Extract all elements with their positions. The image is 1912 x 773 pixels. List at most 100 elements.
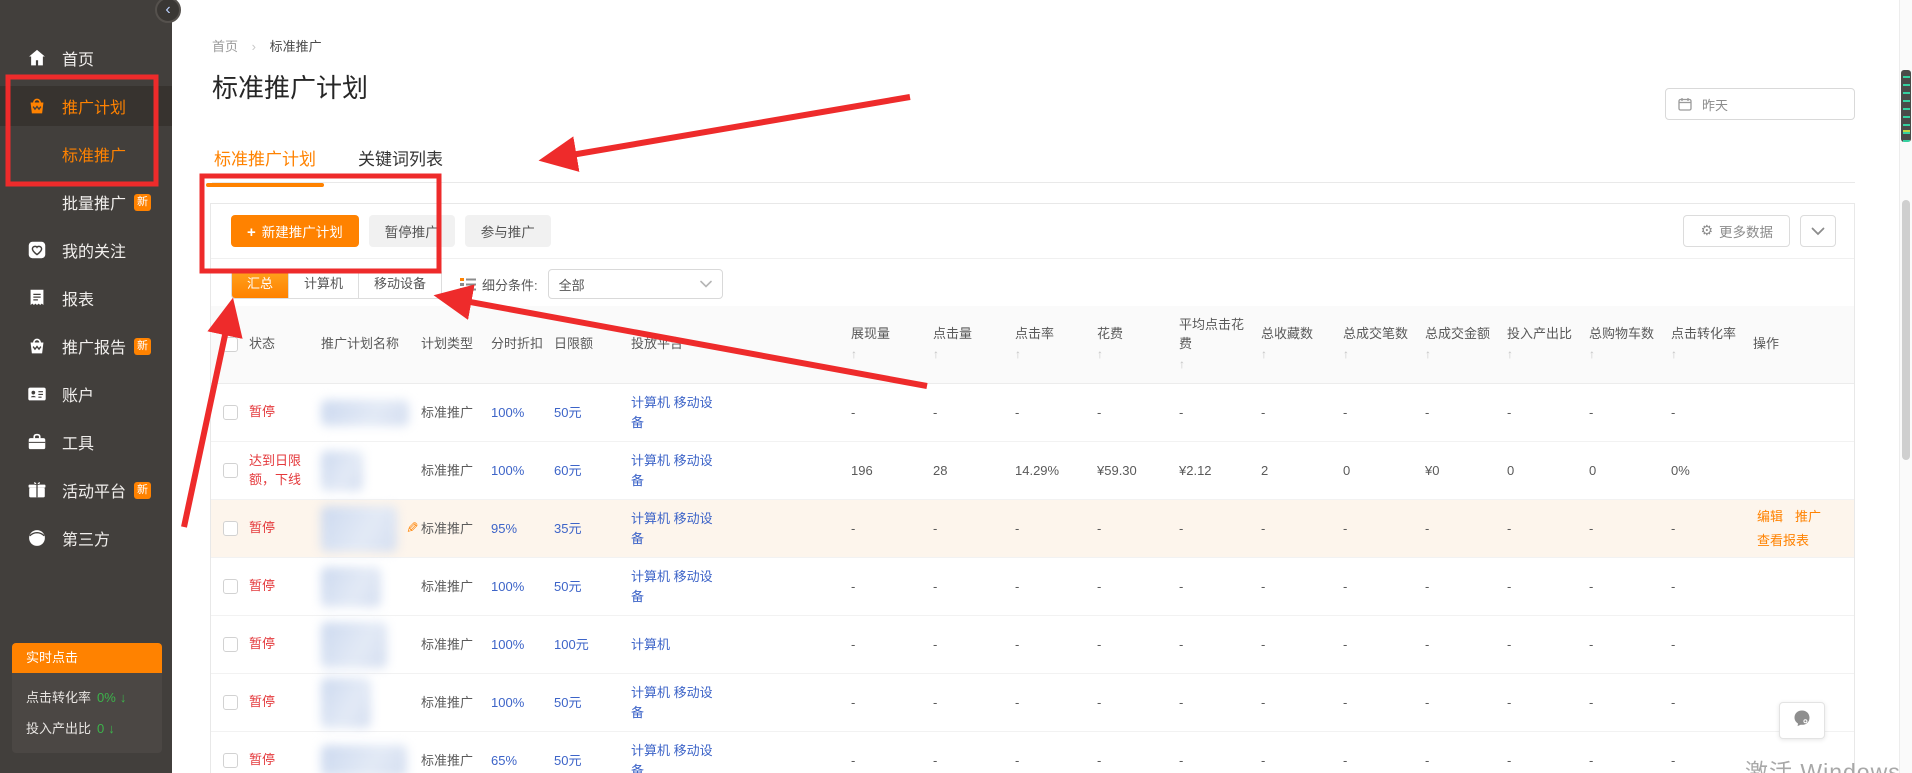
metric-cell: - (1343, 384, 1425, 441)
sidebar-item[interactable]: 第三方 (0, 518, 172, 558)
new-campaign-button[interactable]: +新建推广计划 (231, 215, 359, 247)
sidebar-item[interactable]: 推广报告新 (0, 326, 172, 366)
sort-ascending-icon[interactable]: ↑ (933, 346, 1005, 363)
sort-ascending-icon[interactable]: ↑ (1179, 356, 1251, 373)
plan-name-cell[interactable] (321, 442, 421, 499)
date-range-picker[interactable]: 昨天 (1665, 88, 1855, 120)
date-range-value: 昨天 (1702, 95, 1728, 114)
discount-link[interactable]: 65% (491, 751, 517, 771)
discount-link[interactable]: 95% (491, 519, 517, 539)
status-badge: 暂停 (249, 403, 275, 421)
row-checkbox[interactable] (223, 579, 238, 594)
daily-limit-link[interactable]: 50元 (554, 403, 581, 423)
sort-ascending-icon[interactable]: ↑ (1671, 346, 1743, 363)
platform-link[interactable]: 计算机 移动设备 (631, 451, 717, 490)
filter-row: 汇总计算机移动设备 细分条件: 全部 (211, 259, 1854, 306)
tab-active[interactable]: 标准推广计划 (212, 137, 318, 186)
daily-limit-link[interactable]: 50元 (554, 693, 581, 713)
sidebar-item[interactable]: 我的关注 (0, 230, 172, 270)
segment-condition-label: 细分条件: (482, 275, 538, 294)
daily-limit-link[interactable]: 60元 (554, 461, 581, 481)
pause-campaign-button[interactable]: 暂停推广 (369, 215, 455, 247)
device-tab[interactable]: 汇总 (232, 270, 289, 298)
daily-limit-link[interactable]: 100元 (554, 635, 589, 655)
sort-ascending-icon[interactable]: ↑ (1097, 346, 1169, 363)
plan-name-cell[interactable] (321, 384, 421, 441)
platform-link[interactable]: 计算机 移动设备 (631, 741, 717, 773)
operation-link[interactable]: 查看报表 (1757, 531, 1809, 551)
device-tab[interactable]: 移动设备 (359, 270, 441, 298)
column-header-label: 总收藏数 (1261, 325, 1333, 344)
sort-ascending-icon[interactable]: ↑ (1343, 346, 1415, 363)
plan-name-cell[interactable]: ✎ (321, 500, 421, 557)
segment-condition-select[interactable]: 全部 (548, 269, 723, 299)
row-checkbox[interactable] (223, 637, 238, 652)
select-all-checkbox[interactable] (223, 337, 238, 352)
sort-ascending-icon[interactable]: ↑ (1589, 346, 1661, 363)
more-data-button[interactable]: ⚙更多数据 (1683, 215, 1790, 247)
promo-report-icon (26, 335, 48, 357)
platform-link[interactable]: 计算机 (631, 635, 670, 655)
platform-link[interactable]: 计算机 移动设备 (631, 393, 717, 432)
metric-cell: - (1343, 500, 1425, 557)
daily-limit-cell: 50元 (554, 732, 631, 773)
join-campaign-button[interactable]: 参与推广 (465, 215, 551, 247)
row-checkbox[interactable] (223, 405, 238, 420)
plan-name-cell[interactable] (321, 558, 421, 615)
daily-limit-link[interactable]: 50元 (554, 751, 581, 771)
discount-link[interactable]: 100% (491, 403, 524, 423)
sidebar-item[interactable]: 推广计划 (0, 86, 172, 126)
discount-link[interactable]: 100% (491, 577, 524, 597)
sort-ascending-icon[interactable]: ↑ (1261, 346, 1333, 363)
metric-cell: - (1015, 616, 1097, 673)
redacted-plan-name (321, 400, 409, 426)
sidebar-item-label: 标准推广 (62, 142, 126, 166)
sidebar-item[interactable]: 工具 (0, 422, 172, 462)
sidebar-item[interactable]: 账户 (0, 374, 172, 414)
realtime-widget-title: 实时点击 (12, 643, 162, 673)
sidebar-item[interactable]: 首页 (0, 38, 172, 78)
list-filter-icon (460, 277, 476, 291)
column-header: 总收藏数 ↑ (1261, 306, 1343, 383)
metric-cell: ¥2.12 (1179, 442, 1261, 499)
scrollbar-thumb[interactable] (1902, 200, 1910, 460)
discount-link[interactable]: 100% (491, 693, 524, 713)
sidebar-item-label: 第三方 (62, 526, 110, 550)
support-chat-button[interactable] (1779, 702, 1825, 739)
daily-limit-link[interactable]: 50元 (554, 577, 581, 597)
platform-link[interactable]: 计算机 移动设备 (631, 683, 717, 722)
daily-limit-link[interactable]: 35元 (554, 519, 581, 539)
sidebar-item[interactable]: 批量推广新 (0, 182, 172, 222)
sidebar-item[interactable]: 报表 (0, 278, 172, 318)
sort-ascending-icon[interactable]: ↑ (1507, 346, 1579, 363)
collapse-panel-button[interactable] (1800, 215, 1836, 247)
device-tab[interactable]: 计算机 (289, 270, 359, 298)
operation-link[interactable]: 推广 (1795, 507, 1821, 527)
sort-ascending-icon[interactable]: ↑ (851, 346, 923, 363)
plan-type-cell: 标准推广 (421, 558, 491, 615)
discount-link[interactable]: 100% (491, 635, 524, 655)
operation-link[interactable]: 编辑 (1757, 507, 1783, 527)
plan-name-cell[interactable] (321, 674, 421, 731)
plan-name-cell[interactable] (321, 616, 421, 673)
row-checkbox[interactable] (223, 521, 238, 536)
plan-name-cell[interactable] (321, 732, 421, 773)
discount-link[interactable]: 100% (491, 461, 524, 481)
sort-ascending-icon[interactable]: ↑ (1425, 346, 1497, 363)
breadcrumb-home-link[interactable]: 首页 (212, 39, 238, 54)
sidebar-item[interactable]: 活动平台新 (0, 470, 172, 510)
metric-cell: - (1425, 732, 1507, 773)
platform-link[interactable]: 计算机 移动设备 (631, 567, 717, 606)
tab-inactive[interactable]: 关键词列表 (356, 137, 445, 186)
campaign-table: 状态推广计划名称计划类型分时折扣日限额投放平台展现量↑点击量↑点击率↑花费↑平均… (211, 306, 1854, 773)
sidebar-item[interactable]: 标准推广 (0, 134, 172, 174)
scrollbar-minimap-thumb[interactable] (1901, 70, 1911, 142)
sort-ascending-icon[interactable]: ↑ (1015, 346, 1087, 363)
row-checkbox[interactable] (223, 463, 238, 478)
metric-cell: 14.29% (1015, 442, 1097, 499)
row-checkbox[interactable] (223, 695, 238, 710)
platform-link[interactable]: 计算机 移动设备 (631, 509, 717, 548)
metric-cell: - (1015, 384, 1097, 441)
row-checkbox[interactable] (223, 753, 238, 768)
edit-pencil-icon[interactable]: ✎ (406, 517, 419, 540)
